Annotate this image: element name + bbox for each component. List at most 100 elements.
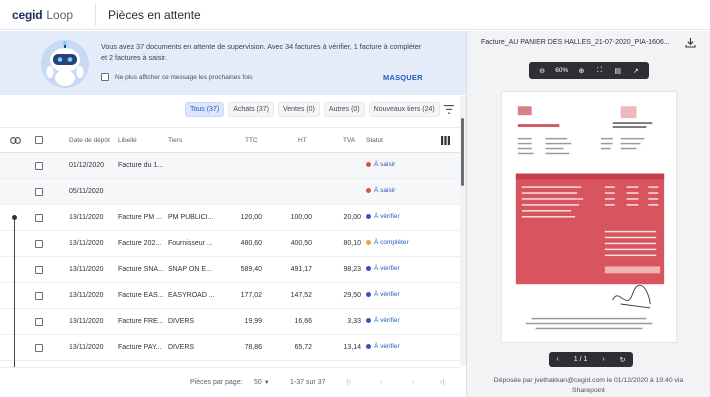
filter-chip-others[interactable]: Autres (0) (323, 102, 365, 117)
fit-screen-icon[interactable]: ⛶ (595, 66, 605, 76)
row-ht: 65,72 (294, 344, 312, 351)
row-tiers: Fournisseur ... (168, 240, 213, 247)
row-checkbox[interactable] (35, 344, 43, 352)
deposit-info: Déposée par jvethakkan@cegid.com le 01/1… (467, 376, 710, 396)
row-ttc: 480,60 (240, 240, 262, 247)
cegid-logo: cegid (12, 7, 43, 22)
row-libelle: Facture FRE... (118, 318, 164, 325)
zoom-out-icon[interactable]: ⊖ (537, 66, 547, 76)
status-label: À vérifier (374, 265, 400, 272)
per-page-label: Pièces par page: (190, 379, 243, 386)
table-row[interactable]: 13/11/2020 Facture SNA... SNAP ON E... 5… (0, 257, 460, 283)
row-checkbox[interactable] (35, 266, 43, 274)
app-name: Loop (46, 7, 74, 22)
prev-page-icon[interactable]: ‹ (556, 356, 558, 363)
table-row[interactable]: 01/12/2020 Facture du 1... À saisir (0, 153, 460, 179)
rotate-icon[interactable]: ↻ (620, 356, 626, 364)
row-ht: 16,66 (294, 318, 312, 325)
download-icon[interactable] (685, 37, 696, 48)
filter-icon[interactable] (444, 105, 454, 114)
link-icon[interactable] (10, 137, 21, 144)
filter-chip-purchases[interactable]: Achats (37) (228, 102, 274, 117)
viewer-toolbar: ⊖ 60% ⊕ ⛶ ▤ ↗ (529, 62, 649, 79)
select-all-checkbox[interactable] (35, 136, 43, 144)
document-view-icon[interactable]: ▤ (613, 66, 623, 76)
row-ttc: 120,00 (240, 214, 262, 221)
row-checkbox[interactable] (35, 214, 43, 222)
hide-banner-button[interactable]: MASQUER (383, 73, 423, 82)
row-checkbox[interactable] (35, 292, 43, 300)
scrollbar-thumb[interactable] (461, 118, 464, 186)
row-checkbox[interactable] (35, 162, 43, 170)
status-dot (366, 266, 371, 271)
col-header-date[interactable]: Date de dépôt (69, 137, 110, 144)
page-indicator: 1 / 1 (573, 356, 588, 363)
col-header-libelle[interactable]: Libellé (118, 137, 137, 144)
zoom-in-icon[interactable]: ⊕ (576, 66, 586, 76)
col-header-tva[interactable]: TVA (343, 137, 355, 144)
next-page-icon[interactable]: › (602, 356, 604, 363)
row-tva: 98,23 (343, 266, 361, 273)
filter-chip-all[interactable]: Tous (37) (185, 102, 225, 117)
status-label: À vérifier (374, 343, 400, 350)
table-row[interactable]: 13/11/2020 Facture PAY... DIVERS 78,86 6… (0, 335, 460, 361)
table-row[interactable]: 13/11/2020 Facture FRE... DIVERS 19,99 1… (0, 309, 460, 335)
row-status: À vérifier (366, 317, 400, 324)
row-tiers: DIVERS (168, 344, 195, 351)
table-row[interactable]: 13/11/2020 Facture 202... Fournisseur ..… (0, 231, 460, 257)
row-status: À vérifier (366, 265, 400, 272)
document-filename: Facture_AU PANIER DES HALLES_21-07-2020_… (481, 39, 670, 46)
row-ttc: 177,02 (240, 292, 262, 299)
row-libelle: Facture 202... (118, 240, 162, 247)
documents-panel: Vous avez 37 documents en attente de sup… (0, 31, 466, 397)
banner-dont-show[interactable]: Ne plus afficher ce message les prochain… (101, 73, 253, 81)
status-dot (366, 318, 371, 323)
filter-chips: Tous (37) Achats (37) Ventes (0) Autres … (185, 102, 440, 117)
filter-chip-sales[interactable]: Ventes (0) (277, 102, 320, 117)
first-page-icon[interactable]: |‹ (347, 379, 351, 386)
row-date: 13/11/2020 (69, 240, 104, 247)
col-header-statut[interactable]: Statut (366, 137, 383, 144)
table-header: Date de dépôt Libellé Tiers TTC HT TVA S… (0, 127, 460, 153)
row-status: À compléter (366, 239, 409, 246)
col-header-tiers[interactable]: Tiers (168, 137, 182, 144)
status-label: À vérifier (374, 291, 400, 298)
row-ht: 400,50 (290, 240, 312, 247)
open-external-icon[interactable]: ↗ (631, 66, 641, 76)
brand[interactable]: cegid Loop (0, 8, 95, 22)
row-checkbox[interactable] (35, 318, 43, 326)
row-ht: 100,00 (290, 214, 312, 221)
row-checkbox[interactable] (35, 188, 43, 196)
per-page-select[interactable]: 50 ▼ (254, 379, 270, 386)
dont-show-checkbox[interactable] (101, 73, 109, 81)
table-row[interactable]: 13/11/2020 Facture EAS... EASYROAD ... 1… (0, 283, 460, 309)
status-label: À saisir (374, 187, 396, 194)
col-header-ttc[interactable]: TTC (245, 137, 258, 144)
prev-page-icon[interactable]: ‹ (380, 379, 382, 386)
row-tva: 13,14 (343, 344, 361, 351)
next-page-icon[interactable]: › (412, 379, 414, 386)
row-checkbox[interactable] (35, 240, 43, 248)
columns-icon[interactable] (441, 136, 450, 145)
robot-mascot-icon (41, 40, 89, 88)
document-viewer: Facture_AU PANIER DES HALLES_21-07-2020_… (467, 31, 710, 397)
last-page-icon[interactable]: ›| (440, 379, 444, 386)
row-tiers: EASYROAD ... (168, 292, 215, 299)
filter-chip-new-tiers[interactable]: Nouveaux tiers (24) (368, 102, 440, 117)
row-ttc: 78,86 (244, 344, 262, 351)
col-header-ht[interactable]: HT (298, 137, 307, 144)
status-dot (366, 188, 371, 193)
timeline-dot (12, 215, 17, 220)
row-libelle: Facture PM ... (118, 214, 162, 221)
page-range: 1-37 sur 37 (290, 379, 326, 386)
page-title: Pièces en attente (108, 7, 201, 22)
row-date: 13/11/2020 (69, 344, 104, 351)
table-row[interactable]: 13/11/2020 Facture PM ... PM PUBLICI... … (0, 205, 460, 231)
status-dot (366, 240, 371, 245)
row-status: À vérifier (366, 343, 400, 350)
deposit-line-1: Déposée par jvethakkan@cegid.com le 01/1… (493, 377, 684, 384)
row-tiers: DIVERS (168, 318, 195, 325)
row-date: 13/11/2020 (69, 318, 104, 325)
row-date: 13/11/2020 (69, 214, 104, 221)
table-row[interactable]: 05/11/2020 À saisir (0, 179, 460, 205)
